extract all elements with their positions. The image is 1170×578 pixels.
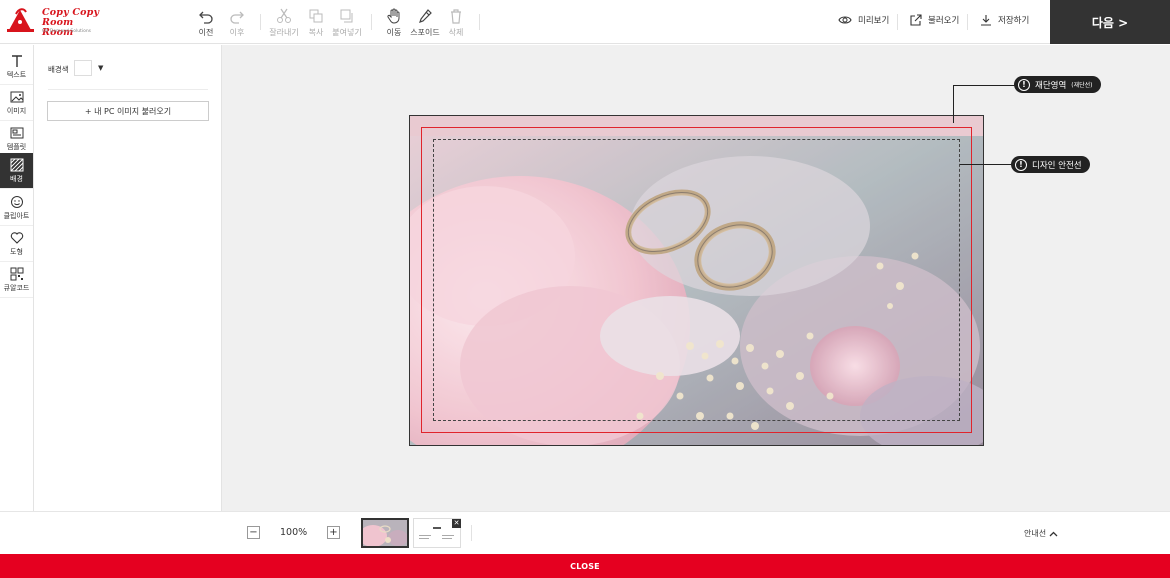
eyedropper-icon [419,9,432,23]
heart-icon [10,232,23,244]
zoom-level: 100% [280,527,308,538]
sidebar-item-image[interactable]: 이미지 [0,85,33,121]
delete-button[interactable]: 삭제 [446,8,466,38]
thumbnail-divider [471,525,472,541]
background-icon [10,158,23,172]
brand-line-2: Room Room [42,17,74,38]
eye-icon [838,16,852,24]
move-button[interactable]: 이동 [384,8,404,38]
redo-label: 이후 [229,28,245,37]
logo-mark-icon [7,8,34,32]
cut-area-callout: ! 재단영역 (재단선) [1014,76,1101,93]
save-button[interactable]: 저장하기 [980,14,1029,26]
text-icon [11,55,22,67]
sidebar-item-background[interactable]: 배경 [0,153,33,189]
brand-tagline: On Demand Solutions [42,29,92,34]
sidebar-item-qrcode[interactable]: 큐알코드 [0,262,33,298]
download-icon [981,15,991,26]
sidebar-item-shape[interactable]: 도형 [0,226,33,262]
alert-icon: ! [1015,158,1027,171]
upload-image-button[interactable]: + 내 PC 이미지 불러오기 [47,101,209,121]
undo-icon [199,11,213,24]
page-thumbnail-front[interactable] [361,518,409,548]
toolbar-divider [967,14,968,30]
hand-icon [387,8,400,24]
close-button[interactable]: CLOSE [0,554,1170,578]
move-label: 이동 [386,28,402,37]
zoom-in-button[interactable]: + [327,526,340,539]
paste-button[interactable]: 붙여넣기 [332,8,362,38]
callout-leader [960,164,1012,165]
top-toolbar: Copy Copy Room Room On Demand Solutions … [0,0,1170,44]
sidebar-item-label: 배경 [10,175,23,183]
sidebar-item-text[interactable]: 텍스트 [0,49,33,85]
toolbar-divider [897,14,898,30]
trash-icon [451,9,461,24]
paste-icon [340,9,353,23]
sidebar-item-label: 큐알코드 [3,284,30,292]
load-button[interactable]: 불러오기 [910,14,959,26]
bg-color-label: 배경색 [48,65,69,74]
template-icon [10,127,23,139]
zoom-out-button[interactable]: − [247,526,260,539]
preview-button[interactable]: 미리보기 [838,14,889,26]
eyedropper-button[interactable]: 스포이드 [410,8,440,38]
sidebar-item-template[interactable]: 템플릿 [0,121,33,157]
cut-label: 잘라내기 [269,28,299,37]
tool-sidebar: 텍스트 이미지 템플릿 배경 클립아트 도형 큐알코드 [0,45,34,511]
design-canvas[interactable] [409,115,984,446]
brand-logo[interactable]: Copy Copy Room Room On Demand Solutions [6,6,106,38]
caret-down-icon[interactable]: ▼ [98,64,103,72]
redo-button[interactable]: 이후 [227,8,247,38]
paste-label: 붙여넣기 [332,28,362,37]
background-photo [410,116,983,445]
guide-toggle-label: 안내선 [1024,529,1047,538]
toolbar-divider [260,14,261,30]
chevron-up-icon [1049,531,1058,536]
callout-leader [953,85,1015,86]
guide-toggle-button[interactable]: 안내선 [1024,528,1058,539]
safe-area-label: 디자인 안전선 [1032,160,1082,171]
bottom-toolbar: − 100% + ✕ 안내선 [0,511,1170,554]
copy-label: 복사 [308,28,324,37]
sidebar-item-label: 클립아트 [3,212,30,220]
scissors-icon [277,8,291,23]
external-link-icon [910,14,922,26]
toolbar-divider [479,14,480,30]
qr-icon [10,267,23,281]
sidebar-item-label: 텍스트 [6,71,27,79]
cut-area-label: 재단영역 [1035,80,1067,91]
panel-divider [48,89,208,90]
sidebar-item-label: 템플릿 [6,143,27,151]
thumbnail-image [363,520,407,546]
preview-label: 미리보기 [858,16,890,26]
toolbar-divider [371,14,372,30]
sidebar-item-clipart[interactable]: 클립아트 [0,190,33,226]
copy-icon [309,9,323,23]
undo-button[interactable]: 이전 [196,8,216,38]
page-delete-button[interactable]: ✕ [452,519,461,528]
safe-area-callout: ! 디자인 안전선 [1011,156,1090,173]
copy-button[interactable]: 복사 [306,8,326,38]
bg-color-swatch[interactable] [74,60,92,76]
eyedropper-label: 스포이드 [410,28,440,37]
cut-area-note: (재단선) [1071,82,1093,89]
sidebar-item-label: 도형 [10,248,23,256]
callout-leader [953,85,954,123]
redo-icon [230,11,244,24]
delete-label: 삭제 [448,28,464,37]
undo-label: 이전 [198,28,214,37]
next-button[interactable]: 다음 > [1050,0,1170,44]
smiley-icon [10,196,23,208]
load-label: 불러오기 [928,16,960,26]
save-label: 저장하기 [998,16,1030,26]
cut-button[interactable]: 잘라내기 [268,8,300,38]
alert-icon: ! [1018,78,1030,91]
background-panel: 배경색 ▼ + 내 PC 이미지 불러오기 [34,45,222,511]
sidebar-item-label: 이미지 [6,107,27,115]
image-icon [10,91,23,103]
